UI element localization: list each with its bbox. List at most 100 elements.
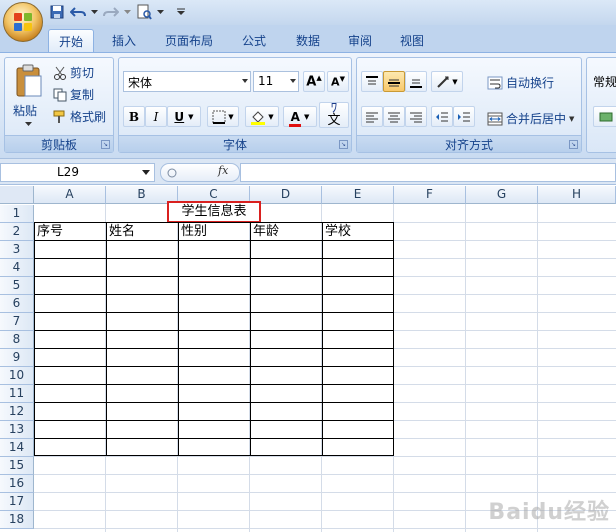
table-cell[interactable] [106, 420, 178, 438]
font-name-select[interactable]: 宋体 [123, 71, 251, 92]
row-header-17[interactable]: 17 [0, 493, 34, 511]
table-cell[interactable] [106, 258, 178, 276]
table-cell[interactable] [34, 330, 106, 348]
table-cell[interactable] [322, 276, 394, 294]
customize-toolbar-icon[interactable] [176, 4, 186, 20]
header-cell[interactable]: 姓名 [106, 222, 178, 240]
align-top-button[interactable] [361, 71, 383, 92]
align-bottom-button[interactable] [405, 71, 427, 92]
table-cell[interactable] [178, 276, 250, 294]
row-header-5[interactable]: 5 [0, 277, 34, 295]
row-header-9[interactable]: 9 [0, 349, 34, 367]
shrink-font-button[interactable]: A▼ [327, 71, 349, 92]
font-color-button[interactable]: A ▼ [283, 106, 317, 127]
row-header-18[interactable]: 18 [0, 511, 34, 529]
italic-button[interactable]: I [145, 106, 167, 127]
table-cell[interactable] [106, 330, 178, 348]
row-header-1[interactable]: 1 [0, 205, 34, 223]
table-cell[interactable] [106, 348, 178, 366]
font-size-select[interactable]: 11 [253, 71, 299, 92]
clipboard-dialog-launcher-icon[interactable]: ↘ [101, 140, 110, 149]
table-cell[interactable] [250, 348, 322, 366]
row-header-12[interactable]: 12 [0, 403, 34, 421]
column-header-e[interactable]: E [322, 186, 394, 204]
table-cell[interactable] [322, 402, 394, 420]
spreadsheet-grid[interactable]: ABCDEFGH 1 2 3 4 5 6 7 8 9 10 11 12 13 14 15 16 17 18 学生信… [0, 186, 616, 532]
column-header-a[interactable]: A [34, 186, 106, 204]
header-cell[interactable]: 学校 [322, 222, 394, 240]
table-cell[interactable] [250, 312, 322, 330]
bold-button[interactable]: B [123, 106, 145, 127]
currency-format-button[interactable] [593, 106, 616, 127]
save-icon[interactable] [48, 4, 65, 20]
header-cell[interactable]: 序号 [34, 222, 106, 240]
phonetic-guide-button[interactable]: ﾜ文 [319, 102, 349, 128]
chevron-down-icon[interactable] [123, 4, 131, 20]
chevron-down-icon[interactable] [90, 4, 98, 20]
table-cell[interactable] [322, 366, 394, 384]
table-cell[interactable] [178, 384, 250, 402]
name-box[interactable]: L29 [0, 163, 155, 182]
table-cell[interactable] [178, 438, 250, 456]
table-cell[interactable] [322, 438, 394, 456]
align-center-button[interactable] [383, 106, 405, 127]
table-cell[interactable] [322, 240, 394, 258]
increase-indent-button[interactable] [453, 106, 475, 127]
table-cell[interactable] [34, 348, 106, 366]
table-cell[interactable] [178, 420, 250, 438]
align-right-button[interactable] [405, 106, 427, 127]
row-header-15[interactable]: 15 [0, 457, 34, 475]
format-painter-button[interactable]: 格式刷 [53, 108, 106, 125]
table-cell[interactable] [322, 420, 394, 438]
tab-view[interactable]: 视图 [392, 29, 432, 52]
chevron-down-icon[interactable] [156, 4, 164, 20]
table-cell[interactable] [106, 312, 178, 330]
table-cell[interactable] [34, 402, 106, 420]
decrease-indent-button[interactable] [431, 106, 453, 127]
table-cell[interactable] [322, 330, 394, 348]
table-cell[interactable] [250, 438, 322, 456]
insert-function-icon[interactable]: fx [218, 164, 228, 177]
table-cell[interactable] [106, 366, 178, 384]
align-middle-button[interactable] [383, 71, 405, 92]
table-cell[interactable] [34, 294, 106, 312]
tab-review[interactable]: 审阅 [340, 29, 380, 52]
table-cell[interactable] [322, 384, 394, 402]
row-header-4[interactable]: 4 [0, 259, 34, 277]
table-cell[interactable] [250, 366, 322, 384]
row-header-13[interactable]: 13 [0, 421, 34, 439]
table-cell[interactable] [178, 330, 250, 348]
cut-button[interactable]: 剪切 [53, 64, 94, 81]
table-cell[interactable] [250, 402, 322, 420]
row-header-14[interactable]: 14 [0, 439, 34, 457]
table-cell[interactable] [178, 240, 250, 258]
font-dialog-launcher-icon[interactable]: ↘ [339, 140, 348, 149]
office-button[interactable] [3, 2, 43, 42]
tab-page-layout[interactable]: 页面布局 [158, 29, 220, 52]
column-header-f[interactable]: F [394, 186, 466, 204]
select-all-corner[interactable] [0, 186, 34, 204]
formula-input[interactable] [240, 163, 616, 182]
tab-formulas[interactable]: 公式 [234, 29, 274, 52]
table-cell[interactable] [106, 402, 178, 420]
align-left-button[interactable] [361, 106, 383, 127]
wrap-text-button[interactable]: 自动换行 [487, 74, 554, 91]
table-cell[interactable] [34, 366, 106, 384]
column-header-g[interactable]: G [466, 186, 538, 204]
table-cell[interactable] [34, 420, 106, 438]
row-header-16[interactable]: 16 [0, 475, 34, 493]
table-cell[interactable] [178, 348, 250, 366]
table-cell[interactable] [250, 384, 322, 402]
number-format-select[interactable]: 常规 [593, 73, 616, 90]
row-header-10[interactable]: 10 [0, 367, 34, 385]
table-cell[interactable] [34, 240, 106, 258]
table-cell[interactable] [322, 258, 394, 276]
table-cell[interactable] [250, 240, 322, 258]
borders-button[interactable]: ▼ [207, 106, 239, 127]
print-preview-icon[interactable] [135, 4, 152, 20]
table-cell[interactable] [34, 276, 106, 294]
redo-icon[interactable] [102, 4, 119, 20]
row-header-8[interactable]: 8 [0, 331, 34, 349]
copy-button[interactable]: 复制 [53, 86, 94, 103]
table-cell[interactable] [106, 294, 178, 312]
